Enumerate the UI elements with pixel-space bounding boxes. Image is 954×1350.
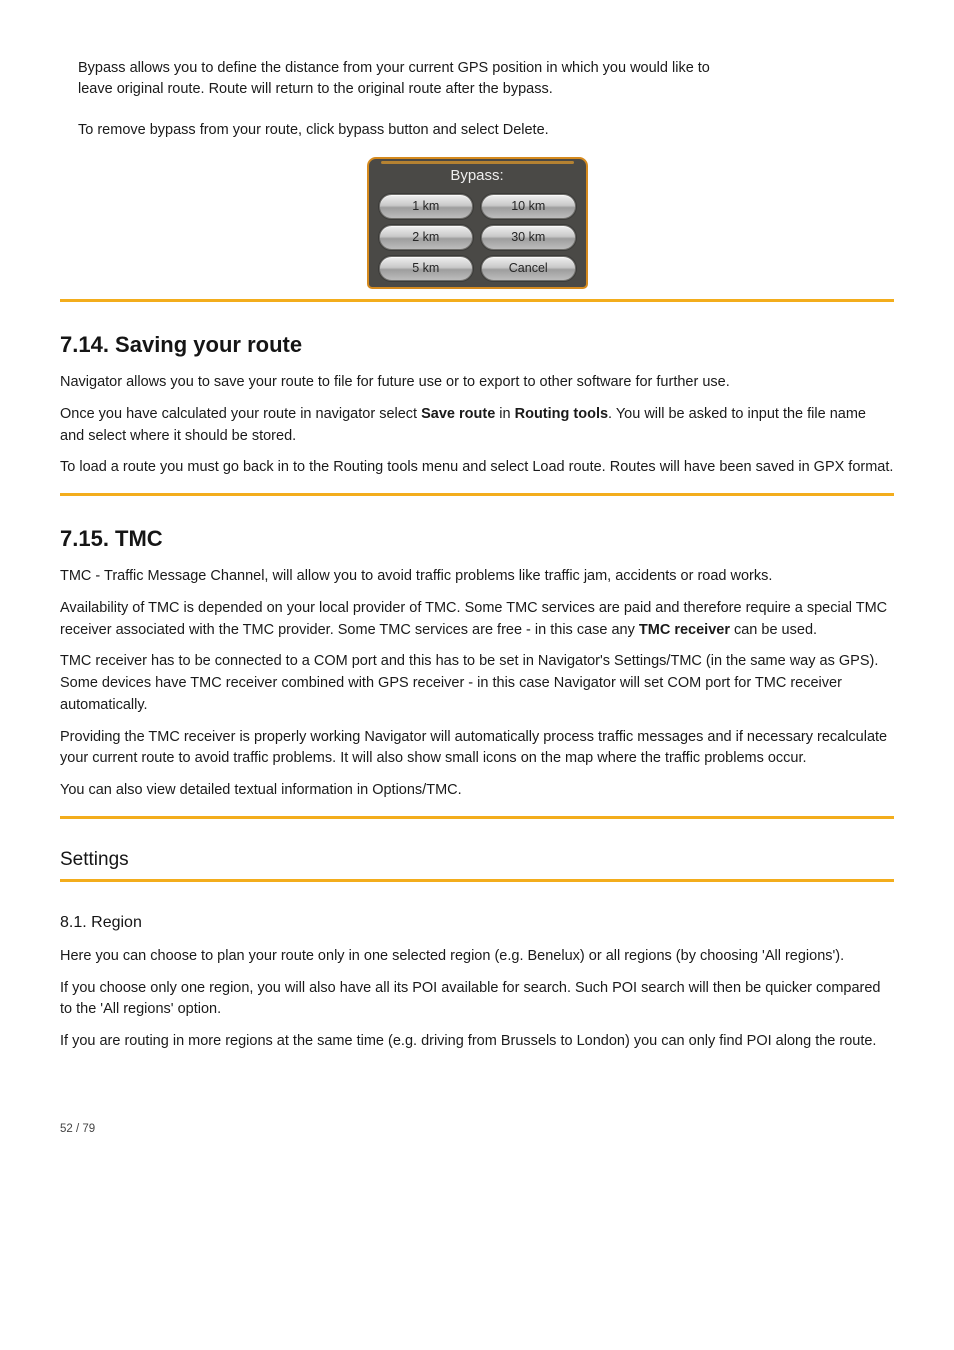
routing-tools-label: Routing tools xyxy=(515,406,608,422)
tmc-paragraph-3: Providing the TMC receiver is properly w… xyxy=(60,727,894,771)
region-paragraph-2: If you choose only one region, you will … xyxy=(60,978,894,1022)
region-paragraph-1: Here you can choose to plan your route o… xyxy=(60,946,894,968)
text-fragment: can be used. xyxy=(730,622,817,638)
save-route-label: Save route xyxy=(421,406,495,422)
bypass-option-1km[interactable]: 1 km xyxy=(379,194,474,219)
tmc-intro: TMC - Traffic Message Channel, will allo… xyxy=(60,566,894,588)
bypass-dialog-title: Bypass: xyxy=(379,167,576,184)
section-divider xyxy=(60,816,894,819)
bypass-option-5km[interactable]: 5 km xyxy=(379,256,474,281)
intro-paragraph-line2: leave original route. Route will return … xyxy=(0,79,954,100)
section-divider xyxy=(60,879,894,882)
bypass-option-2km[interactable]: 2 km xyxy=(379,225,474,250)
bypass-option-10km[interactable]: 10 km xyxy=(481,194,576,219)
heading-region: 8.1. Region xyxy=(60,914,894,932)
heading-settings: Settings xyxy=(60,849,894,871)
section-divider xyxy=(60,299,894,302)
text-fragment: Once you have calculated your route in n… xyxy=(60,406,421,422)
bypass-dialog: Bypass: 1 km 10 km 2 km 30 km 5 km Cance… xyxy=(367,157,588,289)
page-footer: 52 / 79 xyxy=(60,1123,894,1135)
intro-paragraph-line1: Bypass allows you to define the distance… xyxy=(0,58,954,79)
saving-route-paragraph-2: Once you have calculated your route in n… xyxy=(60,404,894,448)
heading-tmc: 7.15. TMC xyxy=(60,526,894,552)
tmc-paragraph-4: You can also view detailed textual infor… xyxy=(60,780,894,802)
region-paragraph-3: If you are routing in more regions at th… xyxy=(60,1031,894,1053)
heading-saving-route: 7.14. Saving your route xyxy=(60,332,894,358)
saving-route-paragraph-3: To load a route you must go back in to t… xyxy=(60,457,894,479)
bypass-cancel-button[interactable]: Cancel xyxy=(481,256,576,281)
intro-paragraph-line3: To remove bypass from your route, click … xyxy=(0,120,954,141)
tmc-paragraph-1: Availability of TMC is depended on your … xyxy=(60,598,894,642)
bypass-option-30km[interactable]: 30 km xyxy=(481,225,576,250)
saving-route-paragraph-1: Navigator allows you to save your route … xyxy=(60,372,894,394)
bypass-dialog-figure: Bypass: 1 km 10 km 2 km 30 km 5 km Cance… xyxy=(0,157,954,289)
section-divider xyxy=(60,493,894,496)
tmc-receiver-label: TMC receiver xyxy=(639,622,730,638)
tmc-paragraph-2: TMC receiver has to be connected to a CO… xyxy=(60,651,894,716)
text-fragment: in xyxy=(495,406,514,422)
